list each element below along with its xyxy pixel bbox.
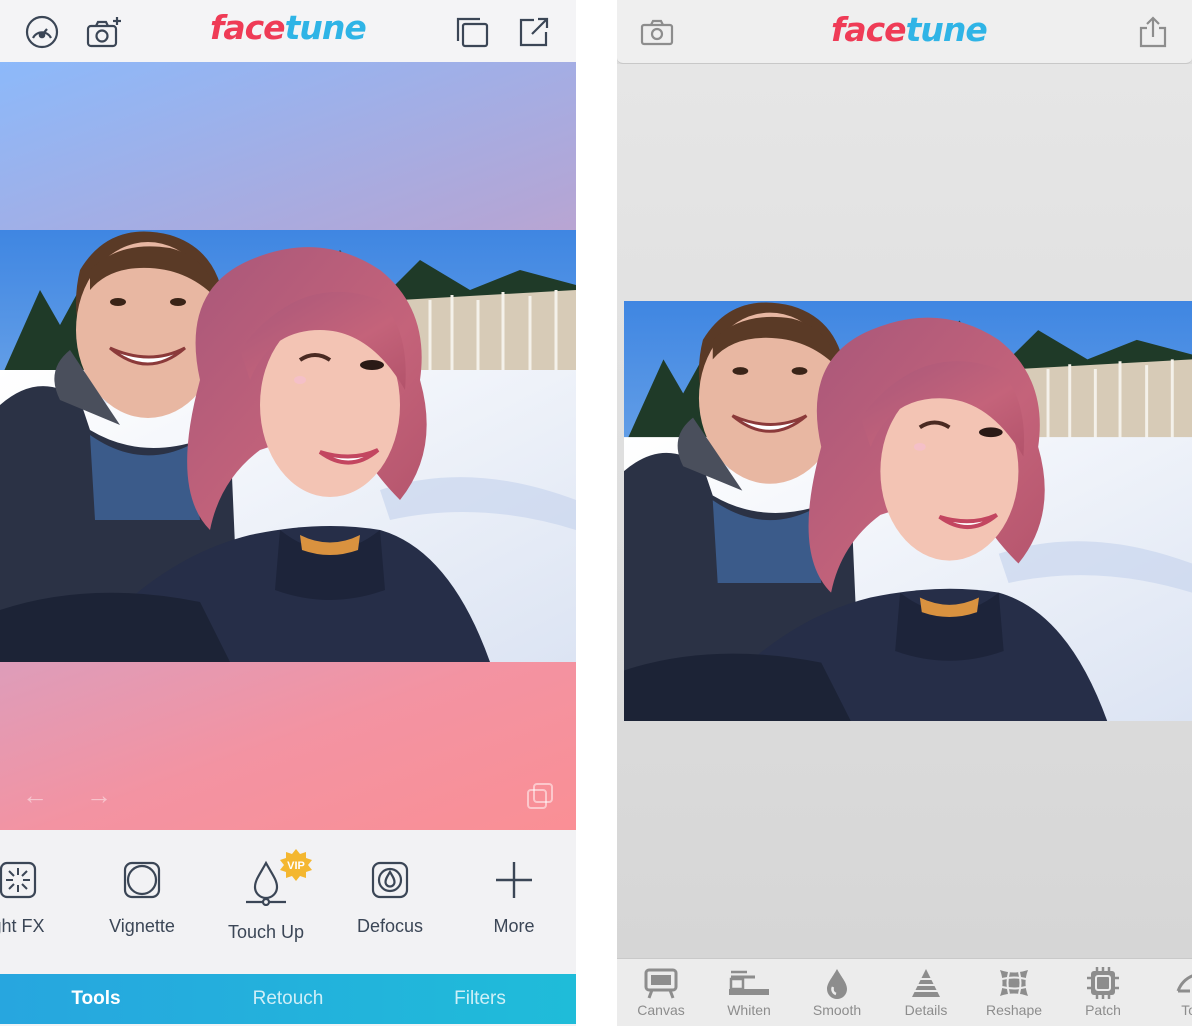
defocus-icon [371, 861, 409, 899]
bottom-tab-bar: Tools Retouch Filters [0, 974, 576, 1024]
tool-light-fx[interactable]: ght FX [0, 860, 78, 960]
tool-label: Patch [1085, 1002, 1121, 1018]
whiten-icon [729, 970, 769, 995]
screenshot-root: facetune ← → ht FX Vignette Touch Up Def… [0, 0, 1192, 1026]
compare-icon[interactable] [524, 780, 556, 812]
selfie-photo[interactable] [624, 301, 1192, 721]
tab-filters[interactable]: Filters [384, 974, 576, 1024]
layers-icon[interactable] [452, 12, 492, 52]
tool-label: Tor [1181, 1002, 1192, 1018]
tool-patch[interactable]: Patch [1063, 967, 1143, 1018]
selfie-photo[interactable] [0, 230, 576, 662]
undo-arrow-icon[interactable]: ← [22, 780, 48, 811]
share-icon[interactable] [1133, 12, 1173, 52]
light-fx-icon [0, 861, 37, 899]
selfie-image [0, 230, 576, 662]
share-icon[interactable] [514, 12, 554, 52]
tone-icon [1176, 974, 1192, 993]
logo-part-face: face [210, 8, 286, 47]
tab-tools[interactable]: Tools [0, 974, 192, 1024]
tool-label: Reshape [985, 1002, 1043, 1018]
tool-canvas[interactable]: Canvas [621, 967, 701, 1018]
tool-label: Vignette [109, 916, 175, 936]
tool-label: Whiten [727, 1002, 771, 1018]
facetune-classic-screen: facetune Canvas Whiten Smooth Details Re… [617, 0, 1192, 1026]
reshape-icon [1000, 970, 1028, 996]
tools-toolbar: Canvas Whiten Smooth Details Reshape Pat… [617, 958, 1192, 1026]
patch-icon [1087, 967, 1119, 999]
tool-details[interactable]: Details [886, 967, 966, 1018]
plus-icon [496, 862, 532, 898]
details-icon [909, 969, 943, 997]
tool-label: More [493, 916, 535, 936]
editing-canvas[interactable] [617, 64, 1192, 958]
facetune2-screen: facetune ← → ht FX Vignette Touch Up Def… [0, 0, 576, 1026]
tool-vignette[interactable]: Vignette [82, 860, 202, 960]
tool-reshape[interactable]: Reshape [974, 967, 1054, 1018]
camera-plus-icon[interactable] [84, 12, 124, 52]
selfie-image [624, 301, 1192, 721]
top-bar: facetune [617, 0, 1192, 64]
speed-dial-icon[interactable] [22, 12, 62, 52]
tool-tone[interactable]: Tor [1151, 967, 1192, 1018]
camera-icon[interactable] [637, 12, 677, 52]
logo-part-face: face [831, 10, 907, 49]
tool-label: Touch Up [227, 922, 305, 942]
logo-part-tune: tune [284, 8, 367, 47]
tool-smooth[interactable]: Smooth [797, 967, 877, 1018]
tool-defocus[interactable]: Defocus [330, 860, 450, 960]
facetune-logo: facetune [831, 10, 988, 49]
tool-whiten[interactable]: Whiten [709, 967, 789, 1018]
logo-part-tune: tune [905, 10, 988, 49]
canvas-icon [644, 968, 678, 999]
tab-retouch[interactable]: Retouch [192, 974, 384, 1024]
facetune-logo: facetune [210, 8, 367, 47]
editing-canvas[interactable]: ← → [0, 62, 576, 830]
tool-label: ght FX [0, 916, 45, 936]
tool-label: Smooth [812, 1002, 862, 1018]
vignette-icon [123, 861, 161, 899]
vip-badge-text: VIP [287, 860, 305, 872]
vip-badge: VIP [280, 849, 312, 881]
top-bar: facetune [0, 0, 576, 62]
tool-more[interactable]: More [454, 860, 574, 960]
tool-label: Details [904, 1002, 948, 1018]
redo-arrow-icon[interactable]: → [86, 780, 112, 811]
tool-label: Defocus [356, 916, 424, 936]
smooth-icon [827, 969, 847, 999]
tool-label: Canvas [637, 1002, 685, 1018]
